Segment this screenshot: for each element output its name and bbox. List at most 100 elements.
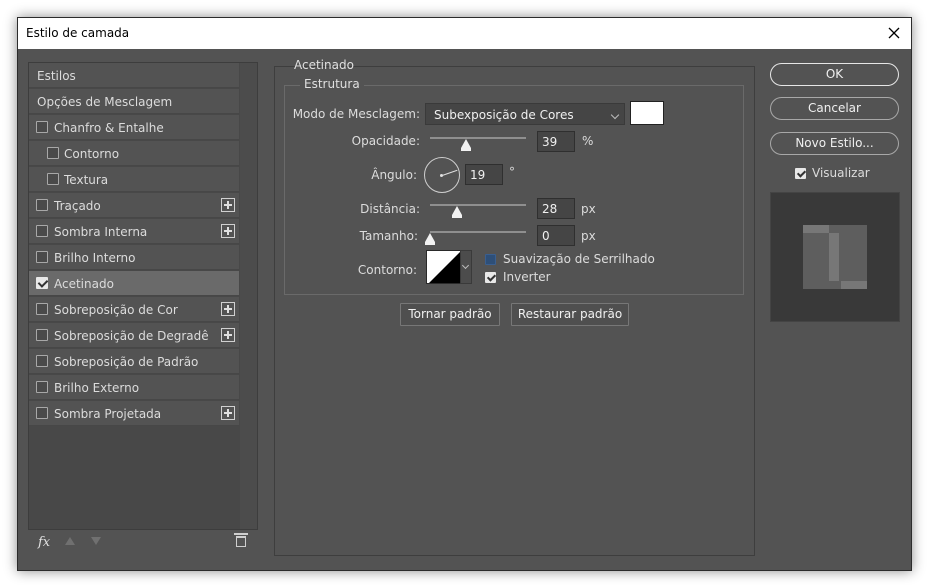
- anti-alias-checkbox[interactable]: [485, 254, 496, 265]
- style-item[interactable]: Opções de Mesclagem: [29, 89, 239, 114]
- add-effect-plus-icon[interactable]: [221, 198, 235, 212]
- trash-icon[interactable]: [234, 533, 248, 547]
- style-item-checkbox[interactable]: [36, 277, 48, 289]
- distance-input[interactable]: 28: [537, 198, 575, 219]
- style-item-label: Brilho Externo: [54, 381, 140, 395]
- angle-input[interactable]: 19: [465, 164, 503, 185]
- close-icon[interactable]: [885, 24, 903, 42]
- group-title: Acetinado: [294, 58, 354, 72]
- style-item[interactable]: Sobreposição de Padrão: [29, 349, 239, 374]
- style-item-label: Sobreposição de Degradê: [54, 329, 209, 343]
- contour-label: Contorno:: [357, 263, 417, 277]
- invert-label: Inverter: [503, 270, 551, 284]
- distance-slider-thumb[interactable]: [452, 206, 462, 218]
- style-item-label: Sombra Projetada: [54, 407, 162, 421]
- styles-list-panel: Estilos Opções de Mesclagem Chanfro & Enta…: [28, 62, 258, 530]
- invert-checkbox[interactable]: [485, 272, 496, 283]
- reset-default-button[interactable]: Restaurar padrão: [511, 303, 629, 326]
- style-item-checkbox[interactable]: [36, 329, 48, 341]
- size-label: Tamanho:: [359, 229, 418, 243]
- title-bar: Estilo de camada: [18, 18, 911, 49]
- style-item[interactable]: Chanfro & Entalhe: [29, 115, 239, 140]
- ok-button[interactable]: OK: [770, 63, 899, 86]
- cancel-button[interactable]: Cancelar: [770, 97, 899, 120]
- opacity-unit: %: [582, 134, 594, 148]
- style-item-label: Sobreposição de Padrão: [54, 355, 199, 369]
- angle-needle: [442, 169, 458, 176]
- preview-satin-band: [803, 225, 829, 233]
- angle-dial[interactable]: [424, 157, 460, 193]
- distance-label: Distância:: [360, 202, 420, 216]
- preview-satin-band-3: [841, 281, 867, 289]
- style-item-checkbox[interactable]: [47, 173, 59, 185]
- style-item-checkbox[interactable]: [36, 303, 48, 315]
- size-slider-track[interactable]: [430, 231, 526, 233]
- style-item[interactable]: Acetinado: [29, 271, 239, 296]
- angle-label: Ângulo:: [371, 168, 417, 182]
- style-item-checkbox[interactable]: [36, 199, 48, 211]
- chevron-down-icon: [610, 110, 620, 120]
- contour-curve-icon: [429, 251, 461, 283]
- style-item[interactable]: Contorno: [29, 141, 239, 166]
- fx-menu-icon[interactable]: fx: [38, 535, 50, 550]
- style-item[interactable]: Brilho Externo: [29, 375, 239, 400]
- style-item-checkbox[interactable]: [36, 251, 48, 263]
- style-item[interactable]: Sombra Projetada: [29, 401, 239, 426]
- style-item[interactable]: Sombra Interna: [29, 219, 239, 244]
- contour-dropdown-button[interactable]: [460, 250, 472, 284]
- size-unit: px: [581, 229, 596, 243]
- style-item-label: Sombra Interna: [54, 225, 148, 239]
- satin-color-swatch[interactable]: [630, 101, 664, 125]
- distance-slider-track[interactable]: [430, 204, 526, 206]
- distance-unit: px: [581, 202, 596, 216]
- style-item-checkbox[interactable]: [36, 121, 48, 133]
- style-item-label: Chanfro & Entalhe: [54, 121, 164, 135]
- style-item[interactable]: Sobreposição de Degradê: [29, 323, 239, 348]
- style-item-checkbox[interactable]: [36, 225, 48, 237]
- opacity-input[interactable]: 39: [537, 131, 575, 152]
- style-item-label: Contorno: [64, 147, 120, 161]
- add-effect-plus-icon[interactable]: [221, 302, 235, 316]
- add-effect-plus-icon[interactable]: [221, 406, 235, 420]
- add-effect-plus-icon[interactable]: [221, 224, 235, 238]
- style-item[interactable]: Estilos: [29, 63, 239, 88]
- style-item-label: Estilos: [37, 69, 76, 83]
- style-item[interactable]: Sobreposição de Cor: [29, 297, 239, 322]
- style-item-checkbox[interactable]: [36, 355, 48, 367]
- size-slider-thumb[interactable]: [425, 233, 435, 245]
- angle-center-dot: [440, 174, 443, 177]
- style-item-label: Sobreposição de Cor: [54, 303, 178, 317]
- make-default-button[interactable]: Tornar padrão: [400, 303, 500, 326]
- styles-scrollbar[interactable]: [240, 63, 257, 529]
- style-preview-thumbnail: [770, 192, 900, 322]
- preview-label: Visualizar: [812, 166, 870, 180]
- structure-title: Estrutura: [300, 77, 364, 91]
- preview-checkbox[interactable]: [795, 168, 806, 179]
- blend-mode-label: Modo de Mesclagem:: [292, 107, 420, 121]
- dialog-title: Estilo de camada: [26, 26, 130, 40]
- move-up-icon[interactable]: [65, 537, 75, 545]
- add-effect-plus-icon[interactable]: [221, 328, 235, 342]
- style-item-checkbox[interactable]: [36, 407, 48, 419]
- new-style-button[interactable]: Novo Estilo...: [770, 132, 899, 155]
- move-down-icon[interactable]: [91, 537, 101, 545]
- style-item-label: Textura: [64, 173, 109, 187]
- size-input[interactable]: 0: [537, 225, 575, 246]
- style-item-checkbox[interactable]: [36, 381, 48, 393]
- style-item-label: Brilho Interno: [54, 251, 136, 265]
- style-item[interactable]: Textura: [29, 167, 239, 192]
- style-item[interactable]: Traçado: [29, 193, 239, 218]
- anti-alias-label: Suavização de Serrilhado: [503, 252, 655, 266]
- styles-bottom-bar: fx: [28, 532, 256, 554]
- opacity-slider-track[interactable]: [430, 137, 526, 139]
- style-item[interactable]: Brilho Interno: [29, 245, 239, 270]
- style-item-checkbox[interactable]: [47, 147, 59, 159]
- style-item-label: Opções de Mesclagem: [37, 95, 173, 109]
- style-item-label: Acetinado: [54, 277, 114, 291]
- opacity-label: Opacidade:: [351, 134, 420, 148]
- blend-mode-value: Subexposição de Cores: [434, 108, 574, 122]
- blend-mode-select[interactable]: Subexposição de Cores: [425, 103, 625, 125]
- preview-satin-band-2: [829, 233, 839, 281]
- contour-preview[interactable]: [426, 250, 462, 284]
- opacity-slider-thumb[interactable]: [461, 139, 471, 151]
